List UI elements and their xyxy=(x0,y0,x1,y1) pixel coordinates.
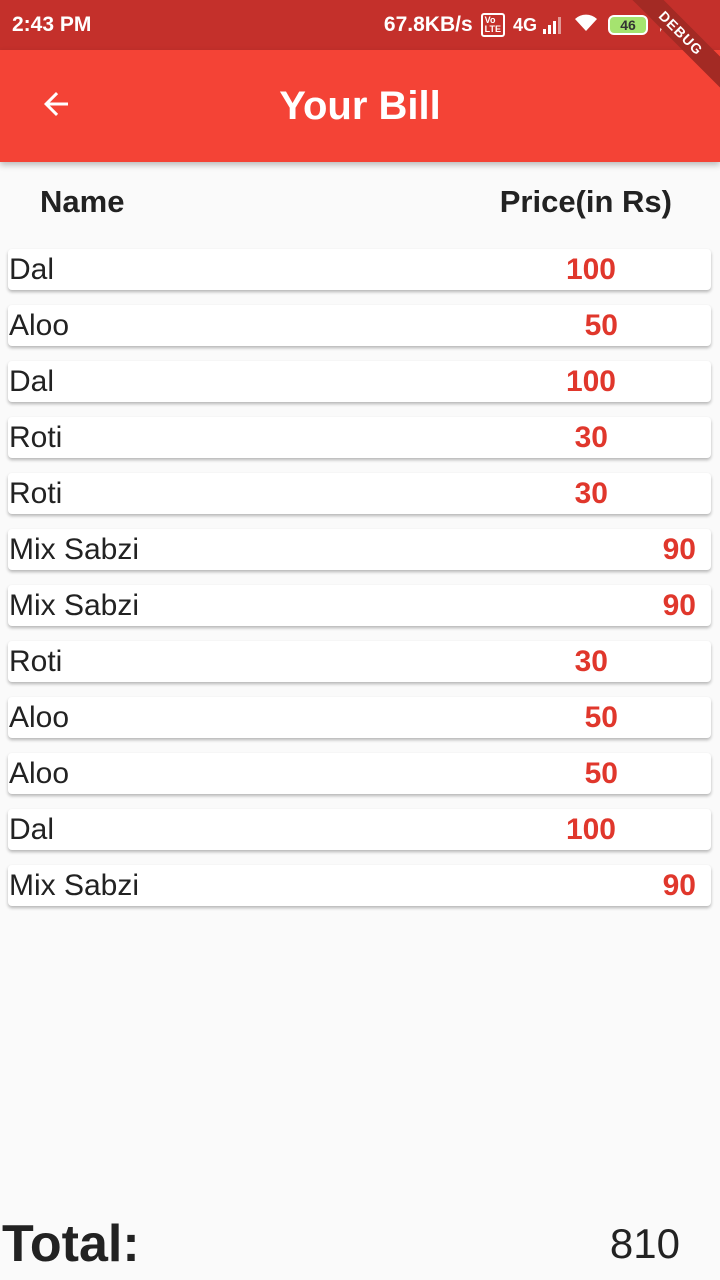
bill-row: Roti 30 xyxy=(8,473,711,514)
page-title: Your Bill xyxy=(279,84,441,128)
item-price: 30 xyxy=(574,477,608,510)
item-price: 50 xyxy=(584,701,618,734)
bill-row: Roti 30 xyxy=(8,641,711,682)
item-price: 90 xyxy=(662,869,696,902)
item-name: Dal xyxy=(9,365,55,398)
item-name: Mix Sabzi xyxy=(9,533,140,566)
item-price: 50 xyxy=(584,757,618,790)
item-name: Mix Sabzi xyxy=(9,869,140,902)
bill-row: Mix Sabzi 90 xyxy=(8,585,711,626)
bill-row: Mix Sabzi 90 xyxy=(8,529,711,570)
item-price: 50 xyxy=(584,309,618,342)
item-name: Dal xyxy=(9,253,55,286)
item-name: Roti xyxy=(9,421,63,454)
column-name-label: Name xyxy=(40,184,125,219)
network-speed: 67.8KB/s xyxy=(383,13,473,36)
battery-icon: 46 xyxy=(608,15,648,35)
total-label: Total: xyxy=(2,1215,140,1273)
bill-item-list: Dal 100 Aloo 50 Dal 100 Roti 30 Roti 30 Mix Sabzi 9… xyxy=(0,249,720,921)
column-header: Name Price(in Rs) xyxy=(0,180,720,226)
signal-icon: 4G xyxy=(513,15,564,36)
bill-row: Aloo 50 xyxy=(8,697,711,738)
volte-icon: Vo LTE xyxy=(480,13,505,37)
app-bar: Your Bill xyxy=(0,50,720,162)
total-value: 810 xyxy=(609,1220,680,1267)
item-price: 90 xyxy=(662,533,696,566)
column-price-label: Price(in Rs) xyxy=(499,184,672,219)
bill-row: Aloo 50 xyxy=(8,753,711,794)
item-name: Roti xyxy=(9,645,63,678)
bill-row: Mix Sabzi 90 xyxy=(8,865,711,906)
bill-row: Roti 30 xyxy=(8,417,711,458)
item-price: 100 xyxy=(565,253,616,286)
item-name: Aloo xyxy=(9,757,70,790)
item-name: Aloo xyxy=(9,701,70,734)
item-price: 30 xyxy=(574,421,608,454)
bill-row: Aloo 50 xyxy=(8,305,711,346)
item-price: 90 xyxy=(662,589,696,622)
status-time: 2:43 PM xyxy=(12,13,92,36)
bill-row: Dal 100 xyxy=(8,249,711,290)
item-name: Mix Sabzi xyxy=(9,589,140,622)
item-price: 100 xyxy=(565,365,616,398)
bill-screen: 2:43 PM 67.8KB/s Vo LTE 4G 46 DEBUG Your… xyxy=(0,0,720,1280)
item-name: Aloo xyxy=(9,309,70,342)
bill-row: Dal 100 xyxy=(8,361,711,402)
wifi-icon xyxy=(572,11,600,39)
status-bar: 2:43 PM 67.8KB/s Vo LTE 4G 46 xyxy=(0,0,720,50)
item-price: 100 xyxy=(565,813,616,846)
item-name: Roti xyxy=(9,477,63,510)
item-price: 30 xyxy=(574,645,608,678)
item-name: Dal xyxy=(9,813,55,846)
bill-row: Dal 100 xyxy=(8,809,711,850)
